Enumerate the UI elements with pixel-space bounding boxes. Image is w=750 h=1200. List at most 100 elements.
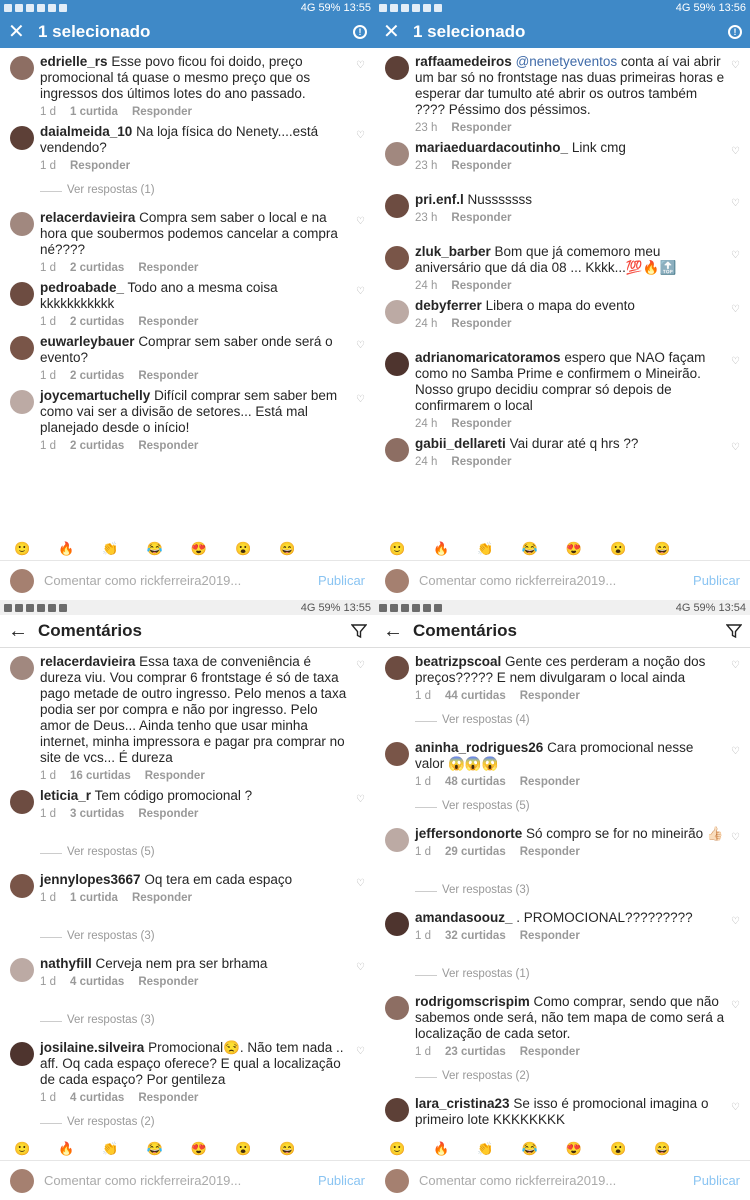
emoji-button[interactable]: 🔥	[58, 541, 74, 557]
close-icon[interactable]: ✕	[383, 19, 413, 44]
avatar[interactable]	[385, 246, 409, 270]
like-count[interactable]: 2 curtidas	[70, 370, 124, 382]
avatar[interactable]	[385, 996, 409, 1020]
emoji-button[interactable]: 😂	[147, 541, 163, 557]
comment[interactable]: mariaeduardacoutinho_ Link cmg 23 h Respon…	[375, 134, 750, 186]
reply-button[interactable]: Responder	[451, 456, 511, 468]
avatar[interactable]	[385, 56, 409, 80]
reply-button[interactable]: Responder	[520, 846, 580, 858]
avatar[interactable]	[385, 1098, 409, 1122]
avatar[interactable]	[385, 300, 409, 324]
reply-button[interactable]: Responder	[138, 440, 198, 452]
emoji-button[interactable]: 👏	[102, 1141, 118, 1157]
heart-icon[interactable]: ♡	[356, 660, 365, 671]
avatar[interactable]	[385, 142, 409, 166]
emoji-button[interactable]: 👏	[102, 541, 118, 557]
emoji-button[interactable]: 😂	[147, 1141, 163, 1157]
reply-button[interactable]: Responder	[451, 122, 511, 134]
reply-button[interactable]: Responder	[132, 892, 192, 904]
avatar[interactable]	[385, 742, 409, 766]
emoji-button[interactable]: 🙂	[14, 1141, 30, 1157]
heart-icon[interactable]: ♡	[731, 146, 740, 157]
comment-username[interactable]: pedroabade_	[40, 280, 124, 295]
emoji-button[interactable]: 🙂	[389, 541, 405, 557]
like-count[interactable]: 4 curtidas	[70, 1092, 124, 1104]
filter-icon[interactable]	[726, 623, 742, 639]
reply-button[interactable]: Responder	[138, 1092, 198, 1104]
view-replies-link[interactable]: Ver respostas (3)	[375, 872, 750, 904]
emoji-button[interactable]: 👏	[477, 541, 493, 557]
avatar[interactable]	[385, 656, 409, 680]
comment[interactable]: euwarleybauer Comprar sem saber onde ser…	[0, 328, 375, 382]
heart-icon[interactable]: ♡	[731, 60, 740, 71]
comment-username[interactable]: aninha_rodrigues26	[415, 740, 543, 755]
reply-button[interactable]: Responder	[451, 212, 511, 224]
view-replies-link[interactable]: Ver respostas (5)	[0, 834, 375, 866]
emoji-button[interactable]: 🔥	[58, 1141, 74, 1157]
comment-username[interactable]: amandasoouz_	[415, 910, 513, 925]
reply-button[interactable]: Responder	[451, 280, 511, 292]
comment-input[interactable]: Comentar como rickferreira2019...	[419, 1173, 693, 1188]
comment[interactable]: pri.enf.l Nusssssss 23 h Responder ♡	[375, 186, 750, 238]
comment-username[interactable]: relacerdavieira	[40, 210, 135, 225]
avatar[interactable]	[10, 1042, 34, 1066]
heart-icon[interactable]: ♡	[356, 60, 365, 71]
comment-username[interactable]: raffaamedeiros	[415, 54, 512, 69]
emoji-button[interactable]: 😮	[235, 1141, 251, 1157]
avatar[interactable]	[10, 958, 34, 982]
comment[interactable]: nathyfill Cerveja nem pra ser brhama 1 d 4…	[0, 950, 375, 1002]
heart-icon[interactable]: ♡	[356, 130, 365, 141]
avatar[interactable]	[385, 194, 409, 218]
like-count[interactable]: 1 curtida	[70, 892, 118, 904]
emoji-button[interactable]: 🙂	[14, 541, 30, 557]
comment[interactable]: raffaamedeiros @nenetyeventos conta aí v…	[375, 48, 750, 134]
emoji-button[interactable]: 🔥	[433, 541, 449, 557]
like-count[interactable]: 4 curtidas	[70, 976, 124, 988]
heart-icon[interactable]: ♡	[356, 216, 365, 227]
comment[interactable]: debyferrer Libera o mapa do evento 24 h Re…	[375, 292, 750, 344]
comment-username[interactable]: zluk_barber	[415, 244, 491, 259]
view-replies-link[interactable]: Ver respostas (2)	[375, 1058, 750, 1090]
comment-username[interactable]: josilaine.silveira	[40, 1040, 144, 1055]
like-count[interactable]: 29 curtidas	[445, 846, 506, 858]
info-icon[interactable]: !	[353, 24, 367, 39]
heart-icon[interactable]: ♡	[731, 442, 740, 453]
comment-username[interactable]: lara_cristina23	[415, 1096, 510, 1111]
comment[interactable]: beatrizpscoal Gente ces perderam a noção…	[375, 648, 750, 702]
like-count[interactable]: 16 curtidas	[70, 770, 131, 782]
emoji-button[interactable]: 😄	[654, 541, 670, 557]
heart-icon[interactable]: ♡	[731, 1102, 740, 1113]
comment[interactable]: relacerdavieira Essa taxa de conveniênci…	[0, 648, 375, 782]
reply-button[interactable]: Responder	[451, 418, 511, 430]
close-icon[interactable]: ✕	[8, 19, 38, 44]
avatar[interactable]	[10, 56, 34, 80]
avatar[interactable]	[10, 390, 34, 414]
view-replies-link[interactable]: Ver respostas (3)	[0, 918, 375, 950]
avatar[interactable]	[10, 212, 34, 236]
avatar[interactable]	[385, 438, 409, 462]
comment-username[interactable]: joycemartuchelly	[40, 388, 150, 403]
reply-button[interactable]: Responder	[138, 808, 198, 820]
comment-username[interactable]: daialmeida_10	[40, 124, 132, 139]
avatar[interactable]	[10, 790, 34, 814]
like-count[interactable]: 32 curtidas	[445, 930, 506, 942]
comment-username[interactable]: leticia_r	[40, 788, 91, 803]
like-count[interactable]: 23 curtidas	[445, 1046, 506, 1058]
comment[interactable]: zluk_barber Bom que já comemoro meu aniv…	[375, 238, 750, 292]
comment-username[interactable]: jennylopes3667	[40, 872, 141, 887]
emoji-button[interactable]: 😂	[522, 1141, 538, 1157]
avatar[interactable]	[10, 874, 34, 898]
view-replies-link[interactable]: Ver respostas (2)	[0, 1104, 375, 1136]
comment-username[interactable]: euwarleybauer	[40, 334, 135, 349]
emoji-button[interactable]: 😄	[654, 1141, 670, 1157]
emoji-button[interactable]: 😂	[522, 541, 538, 557]
comment[interactable]: pedroabade_ Todo ano a mesma coisa kkkkk…	[0, 274, 375, 328]
reply-button[interactable]: Responder	[138, 262, 198, 274]
like-count[interactable]: 3 curtidas	[70, 808, 124, 820]
publish-button[interactable]: Publicar	[693, 1173, 740, 1188]
comment-username[interactable]: debyferrer	[415, 298, 482, 313]
emoji-button[interactable]: 😄	[279, 541, 295, 557]
reply-button[interactable]: Responder	[145, 770, 205, 782]
reply-button[interactable]: Responder	[520, 930, 580, 942]
heart-icon[interactable]: ♡	[356, 962, 365, 973]
